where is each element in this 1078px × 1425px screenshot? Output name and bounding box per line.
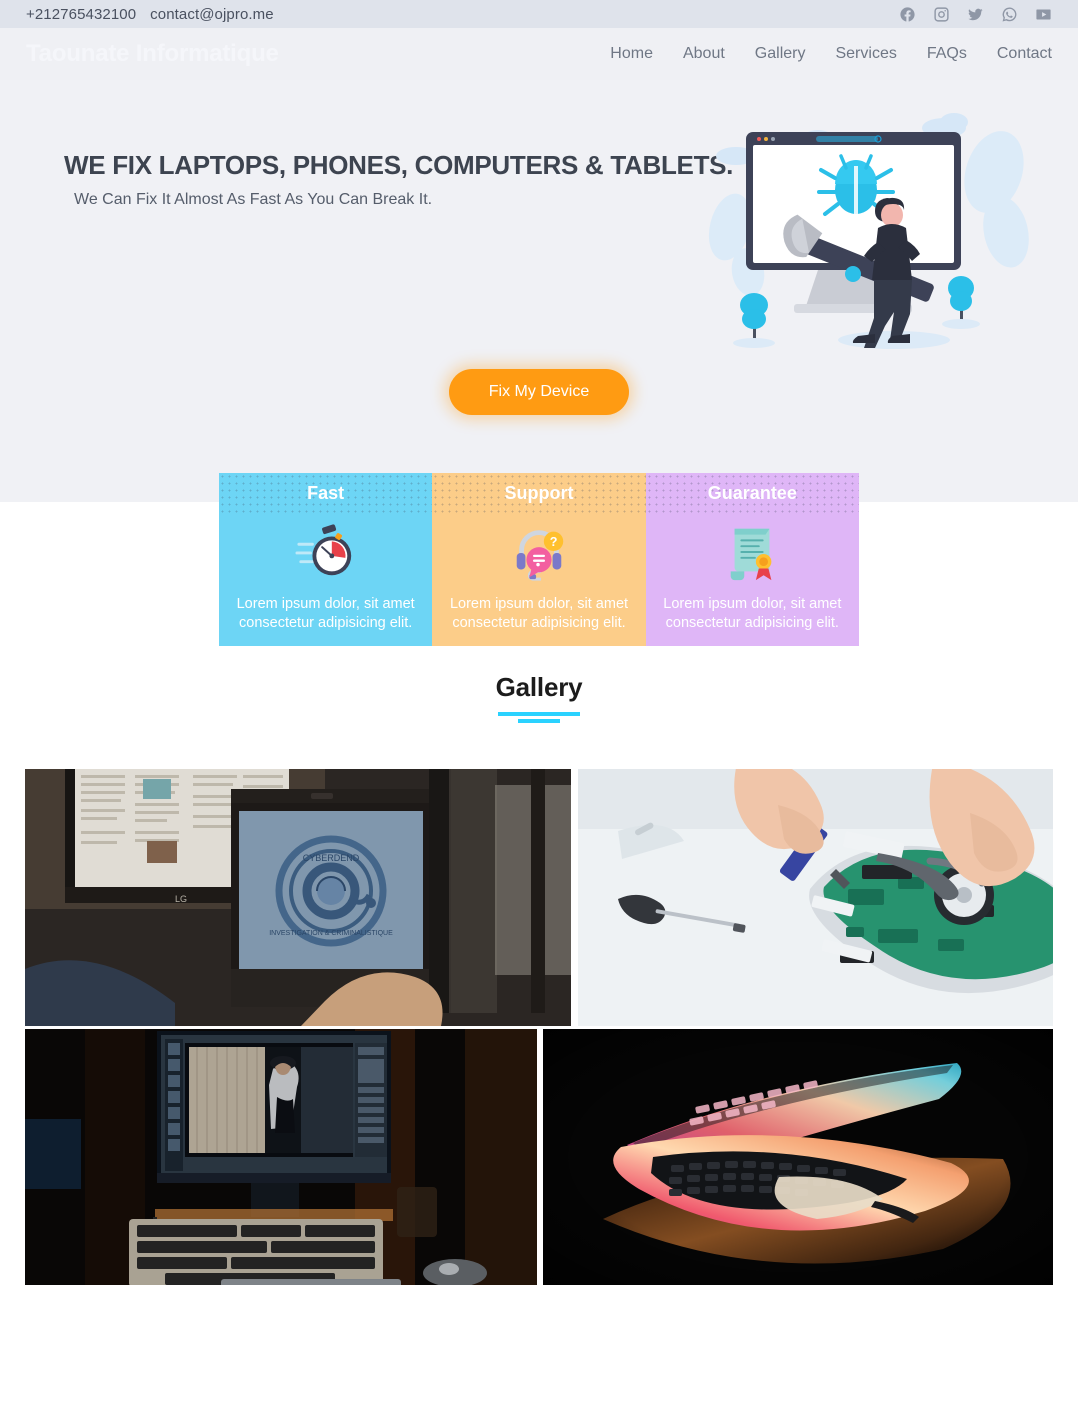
nav-item-home[interactable]: Home [610, 45, 653, 63]
feature-text: Lorem ipsum dolor, sit amet consectetur … [449, 596, 629, 631]
nav-item-contact[interactable]: Contact [997, 45, 1052, 63]
feature-card-header: Support [432, 473, 646, 513]
hero-cta-wrap: Fix My Device [0, 369, 1078, 415]
gallery-underline-wide [498, 712, 580, 716]
instagram-icon[interactable] [933, 6, 950, 23]
nav-item-faqs[interactable]: FAQs [927, 45, 967, 63]
feature-title: Support [504, 482, 574, 503]
gallery-heading-group: Gallery [0, 672, 1078, 723]
email-address[interactable]: contact@ojpro.me [150, 6, 274, 23]
hero-illustration [706, 92, 1036, 357]
feature-card-header: Guarantee [645, 473, 859, 513]
feature-card-guarantee[interactable]: Guarantee Lorem ipsum dolor, sit amet co… [645, 473, 859, 646]
feature-text: Lorem ipsum dolor, sit amet consectetur … [236, 596, 415, 631]
gallery-underline-narrow [518, 719, 560, 723]
twitter-icon[interactable] [967, 6, 984, 23]
headset-support-icon: ? [516, 530, 564, 581]
feature-card-fast[interactable]: Fast Lorem ipsum dolor, sit amet consect… [219, 473, 433, 646]
feature-title: Guarantee [707, 482, 797, 503]
nav-item-gallery[interactable]: Gallery [755, 45, 806, 63]
feature-cards: Fast Lorem ipsum dolor, sit amet consect… [219, 473, 859, 646]
nav-links-group: Home About Gallery Services FAQs Contact [610, 45, 1052, 63]
gallery-image-workstation-laptop-logo[interactable]: LG CYBERDEND INVESTIGATION & CRIMINALIST… [25, 769, 571, 1026]
nav-item-about[interactable]: About [683, 45, 725, 63]
top-contact-bar: +212765432100 contact@ojpro.me [0, 0, 1078, 28]
social-links-group [899, 6, 1052, 23]
gallery-image-photo-editing-desk[interactable] [25, 1029, 537, 1285]
gallery-image-motherboard-repair[interactable] [578, 769, 1053, 1026]
gallery-title: Gallery [495, 672, 583, 702]
svg-text:?: ? [550, 535, 558, 549]
feature-card-support[interactable]: Support ? Lorem ipsum dolor, sit amet co… [432, 473, 646, 646]
fix-my-device-button[interactable]: Fix My Device [448, 369, 630, 415]
nav-item-services[interactable]: Services [835, 45, 896, 63]
main-navbar: Taounate Informatique Home About Gallery… [0, 28, 1078, 80]
hero-copy: WE FIX LAPTOPS, PHONES, COMPUTERS & TABL… [64, 150, 734, 209]
phone-number[interactable]: +212765432100 [26, 6, 136, 23]
hero-subheadline: We Can Fix It Almost As Fast As You Can … [74, 191, 433, 208]
site-logo[interactable]: Taounate Informatique [26, 40, 279, 68]
facebook-icon[interactable] [899, 6, 916, 23]
feature-title: Fast [307, 482, 345, 503]
whatsapp-icon[interactable] [1001, 6, 1018, 23]
feature-text: Lorem ipsum dolor, sit amet consectetur … [663, 596, 842, 631]
feature-card-header: Fast [219, 473, 433, 513]
hero-headline: WE FIX LAPTOPS, PHONES, COMPUTERS & TABL… [64, 150, 734, 180]
stopwatch-icon [295, 524, 351, 576]
certificate-icon [731, 528, 772, 581]
contact-info-group: +212765432100 contact@ojpro.me [26, 6, 274, 23]
gallery-grid: LG CYBERDEND INVESTIGATION & CRIMINALIST… [25, 769, 1053, 1285]
gallery-image-glowing-laptop[interactable] [543, 1029, 1053, 1285]
youtube-icon[interactable] [1035, 6, 1052, 23]
hero-section: WE FIX LAPTOPS, PHONES, COMPUTERS & TABL… [0, 80, 1078, 502]
